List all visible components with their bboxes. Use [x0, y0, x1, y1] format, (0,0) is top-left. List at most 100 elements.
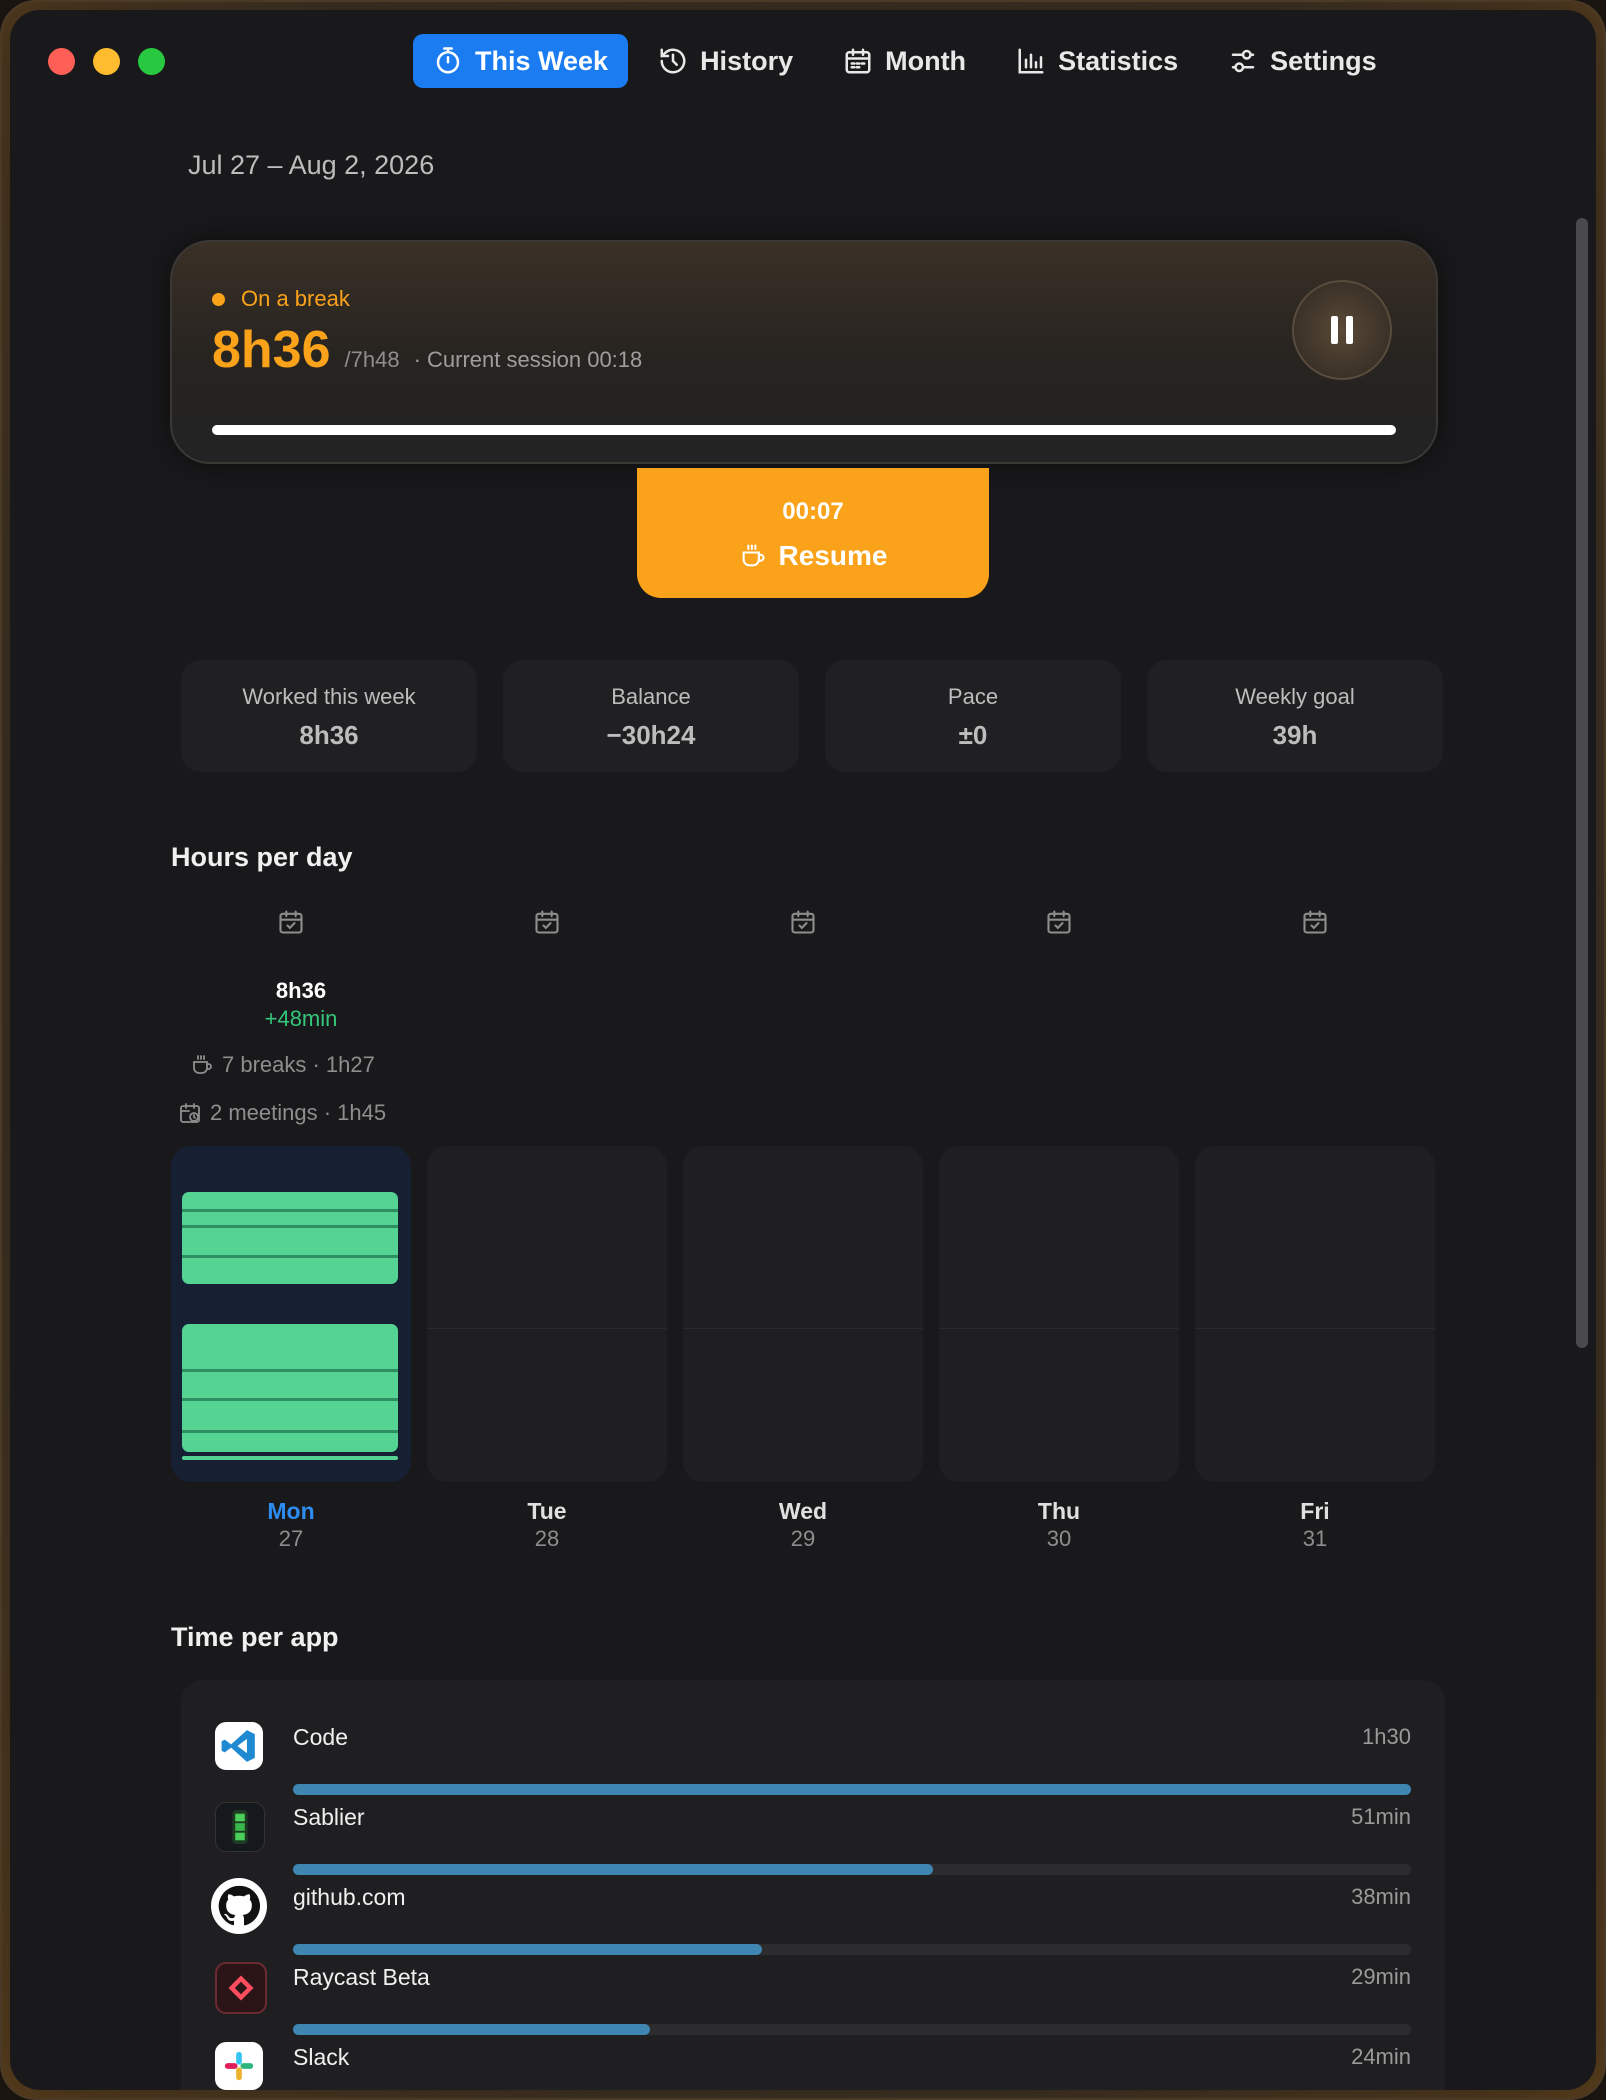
stat-value: 39h: [1272, 720, 1318, 750]
pause-icon: [1327, 316, 1357, 344]
stat-label: Worked this week: [242, 684, 416, 709]
stat-value: ±0: [958, 720, 988, 750]
vertical-scrollbar[interactable]: [1576, 218, 1588, 1348]
vscode-icon: [215, 1722, 263, 1770]
date-range: Jul 27 – Aug 2, 2026: [188, 150, 435, 180]
day-calendar-icon[interactable]: [1301, 908, 1329, 936]
today-total: 8h36: [275, 978, 327, 1003]
app-row-sablier[interactable]: Sablier 51min: [181, 1792, 1445, 1875]
tab-settings[interactable]: Settings: [1208, 34, 1397, 88]
tab-label: Statistics: [1058, 45, 1179, 76]
stat-value: 8h36: [299, 720, 359, 750]
tab-month[interactable]: Month: [823, 34, 986, 88]
close-window-button[interactable]: [48, 48, 75, 75]
app-name: github.com: [293, 1884, 406, 1910]
day-column-tue[interactable]: [427, 1146, 667, 1482]
app-row-raycast[interactable]: Raycast Beta 29min: [181, 1952, 1445, 2035]
app-time: 1h30: [1362, 1724, 1411, 1749]
status-dot: [212, 292, 225, 306]
session-card: On a break 8h36 /7h48 · Current session …: [170, 240, 1438, 464]
tab-label: History: [700, 45, 794, 76]
tab-history[interactable]: History: [638, 34, 813, 88]
day-column-mon[interactable]: [171, 1146, 411, 1482]
day-number: 27: [278, 1526, 304, 1551]
day-column-wed[interactable]: [683, 1146, 923, 1482]
tab-statistics[interactable]: Statistics: [996, 34, 1198, 88]
day-column-fri[interactable]: [1195, 1146, 1435, 1482]
stat-weekly-goal: Weekly goal 39h: [1147, 660, 1443, 772]
app-window: This Week History Month Statistics Setti…: [0, 0, 1606, 2100]
app-row-github[interactable]: github.com 38min: [181, 1872, 1445, 1955]
app-time: 51min: [1351, 1804, 1411, 1829]
raycast-icon: [215, 1962, 267, 2014]
hours-per-day-title: Hours per day: [171, 842, 353, 872]
day-name: Mon: [267, 1498, 315, 1524]
tab-this-week[interactable]: This Week: [413, 34, 629, 88]
app-time: 38min: [1351, 1884, 1411, 1909]
current-session: · Current session 00:18: [413, 347, 643, 372]
app-name: Raycast Beta: [293, 1964, 430, 1990]
weekly-stats: Worked this week 8h36 Balance −30h24 Pac…: [181, 660, 1443, 772]
day-name: Wed: [778, 1498, 828, 1524]
day-calendar-icon[interactable]: [789, 908, 817, 936]
tab-label: Settings: [1270, 45, 1377, 76]
day-name: Thu: [1037, 1498, 1081, 1524]
stat-label: Pace: [947, 684, 999, 709]
stat-pace: Pace ±0: [825, 660, 1121, 772]
coffee-icon: [742, 544, 765, 567]
day-number: 29: [790, 1526, 816, 1551]
breaks-text: 7 breaks · 1h27: [222, 1052, 375, 1077]
status-row: On a break: [212, 286, 350, 312]
tab-label: Month: [885, 45, 967, 76]
stat-value: −30h24: [606, 720, 696, 750]
day-calendar-icon[interactable]: [1045, 908, 1073, 936]
minimize-window-button[interactable]: [93, 48, 120, 75]
tab-label: This Week: [475, 45, 609, 76]
day-progress-bar: [212, 425, 1396, 435]
resume-label-row: Resume: [637, 540, 989, 572]
day-column-thu[interactable]: [939, 1146, 1179, 1482]
top-nav: This Week History Month Statistics Setti…: [413, 34, 1397, 88]
work-block[interactable]: [182, 1192, 398, 1284]
app-row-slack[interactable]: Slack 24min: [181, 2032, 1445, 2090]
bar-chart-icon: [1018, 48, 1044, 74]
calendar-icon: [845, 48, 871, 74]
resume-button[interactable]: 00:07 Resume: [637, 468, 989, 598]
stopwatch-icon: [436, 47, 460, 74]
work-block[interactable]: [182, 1456, 398, 1460]
status-text: On a break: [241, 286, 350, 311]
slack-icon: [215, 2042, 263, 2090]
history-icon: [660, 48, 686, 74]
app-name: Code: [293, 1724, 348, 1750]
today-delta: +48min: [264, 1006, 338, 1031]
day-number: 31: [1302, 1526, 1328, 1551]
window-content: This Week History Month Statistics Setti…: [10, 10, 1596, 2090]
app-row-code[interactable]: Code 1h30: [181, 1712, 1445, 1795]
calendar-clock-icon: [180, 1103, 200, 1123]
app-time: 29min: [1351, 1964, 1411, 1989]
sablier-icon: [215, 1802, 265, 1852]
day-calendar-icon[interactable]: [277, 908, 305, 936]
work-block[interactable]: [182, 1324, 398, 1452]
stat-balance: Balance −30h24: [503, 660, 799, 772]
worked-today: 8h36: [212, 321, 331, 379]
breaks-summary: 7 breaks · 1h27: [190, 1052, 375, 1078]
stat-worked: Worked this week 8h36: [181, 660, 477, 772]
pause-button[interactable]: [1292, 280, 1392, 380]
break-timer: 00:07: [782, 498, 844, 525]
app-name: Slack: [293, 2044, 350, 2070]
coffee-icon: [193, 1055, 212, 1074]
stat-label: Weekly goal: [1235, 684, 1355, 709]
time-per-app-title: Time per app: [171, 1622, 339, 1652]
day-name: Fri: [1300, 1498, 1330, 1524]
time-row: 8h36 /7h48 · Current session 00:18: [212, 320, 642, 380]
zoom-window-button[interactable]: [138, 48, 165, 75]
day-calendar-icon[interactable]: [533, 908, 561, 936]
app-time: 24min: [1351, 2044, 1411, 2069]
meetings-summary: 2 meetings · 1h45: [178, 1100, 386, 1126]
sliders-icon: [1231, 49, 1255, 73]
meetings-text: 2 meetings · 1h45: [210, 1100, 387, 1125]
github-icon: [211, 1878, 267, 1934]
day-name: Tue: [527, 1498, 567, 1524]
app-name: Sablier: [293, 1804, 365, 1830]
